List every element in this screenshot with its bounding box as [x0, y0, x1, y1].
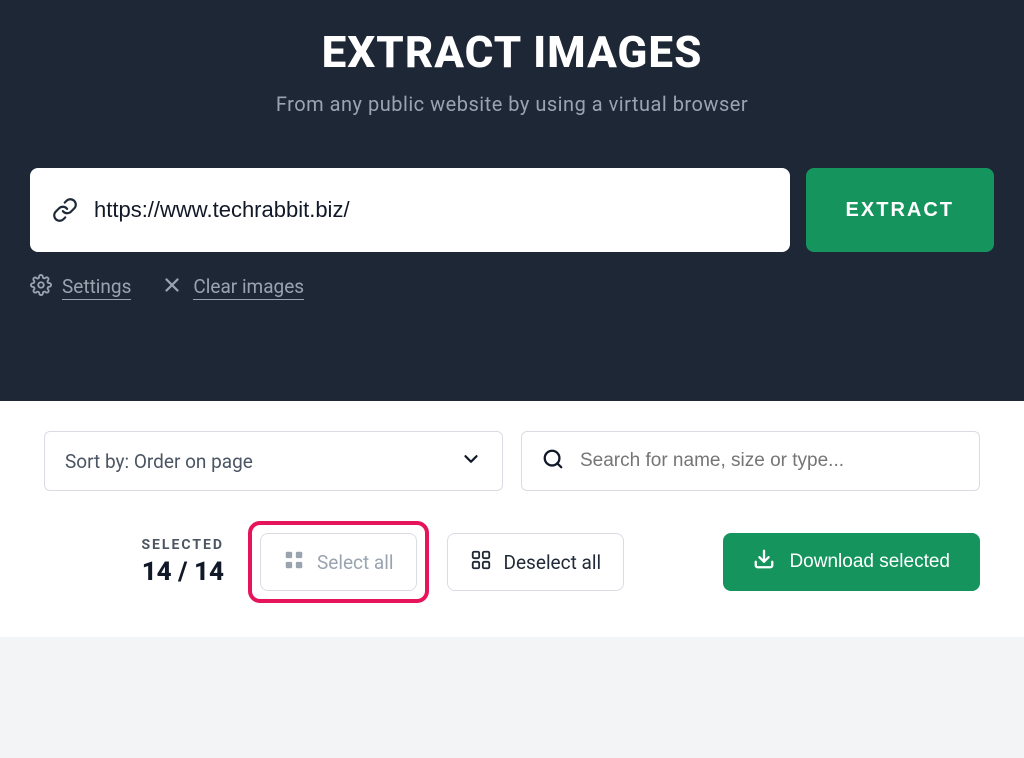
- page-title: EXTRACT IMAGES: [30, 26, 994, 78]
- deselect-all-button[interactable]: Deselect all: [447, 533, 625, 591]
- hero-section: EXTRACT IMAGES From any public website b…: [0, 0, 1024, 401]
- clear-images-link[interactable]: Clear images: [161, 274, 304, 301]
- url-input[interactable]: [94, 197, 768, 223]
- grid-solid-icon: [283, 549, 305, 576]
- close-icon: [161, 274, 183, 301]
- gear-icon: [30, 274, 52, 301]
- select-all-label: Select all: [317, 551, 394, 574]
- hero-action-links: Settings Clear images: [30, 274, 994, 301]
- grid-outline-icon: [470, 549, 492, 576]
- url-input-container[interactable]: [30, 168, 790, 252]
- sort-dropdown[interactable]: Sort by: Order on page: [44, 431, 503, 491]
- download-selected-button[interactable]: Download selected: [723, 533, 980, 591]
- clear-images-link-label: Clear images: [193, 275, 304, 300]
- settings-link[interactable]: Settings: [30, 274, 131, 301]
- page-subtitle: From any public website by using a virtu…: [30, 92, 994, 116]
- link-icon: [52, 197, 78, 223]
- select-all-highlight: Select all: [248, 521, 429, 603]
- download-selected-label: Download selected: [789, 551, 950, 573]
- search-input[interactable]: [580, 450, 959, 472]
- selected-count-block: SELECTED 14 / 14: [44, 537, 224, 587]
- extract-button[interactable]: EXTRACT: [806, 168, 994, 252]
- results-panel: Sort by: Order on page SELECTED 14 / 14 …: [0, 401, 1024, 637]
- selected-count-value: 14 / 14: [44, 557, 224, 587]
- sort-dropdown-label: Sort by: Order on page: [65, 450, 253, 473]
- chevron-down-icon: [460, 448, 482, 475]
- search-box[interactable]: [521, 431, 980, 491]
- select-all-button[interactable]: Select all: [260, 533, 417, 591]
- controls-row: SELECTED 14 / 14 Select all Deselect all…: [44, 521, 980, 603]
- filters-row: Sort by: Order on page: [44, 431, 980, 491]
- url-extract-row: EXTRACT: [30, 168, 994, 252]
- settings-link-label: Settings: [62, 275, 131, 300]
- search-icon: [542, 448, 580, 475]
- selected-count-label: SELECTED: [44, 537, 224, 553]
- download-icon: [753, 548, 775, 576]
- deselect-all-label: Deselect all: [504, 551, 602, 574]
